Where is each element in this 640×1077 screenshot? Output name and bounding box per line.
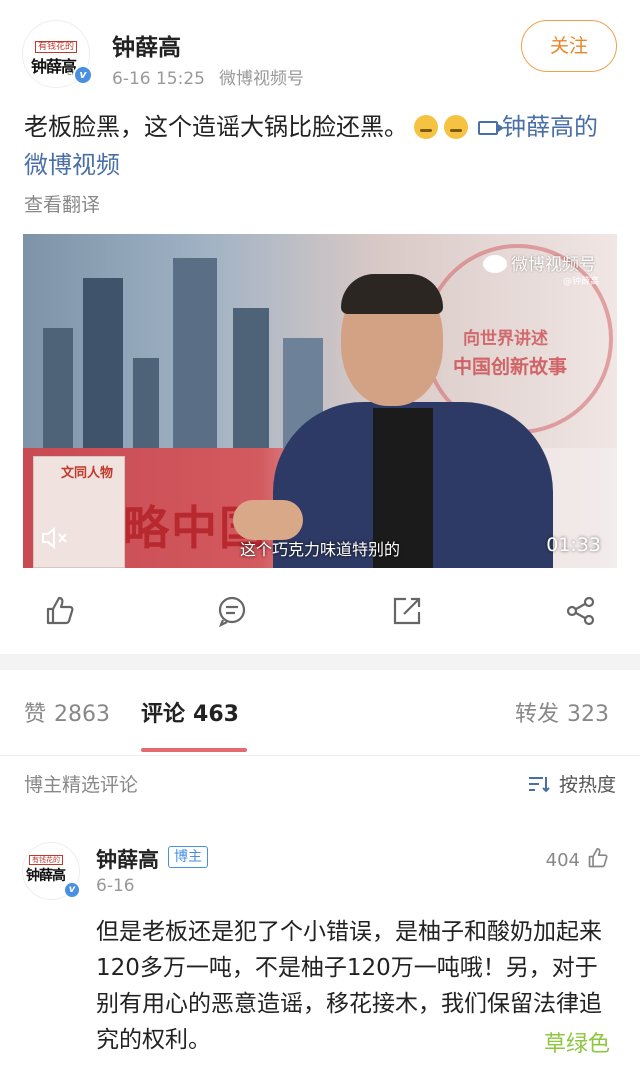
share-icon[interactable] bbox=[564, 594, 598, 628]
image-watermark: 草绿色 bbox=[543, 1032, 610, 1057]
comment-like-count: 404 bbox=[545, 850, 580, 871]
video-subtitle: 这个巧克力味道特别的 bbox=[239, 540, 400, 559]
speaker bbox=[233, 274, 553, 568]
poster-title: 文同人物 bbox=[61, 466, 114, 481]
weibo-video-watermark: 微博视频号 bbox=[483, 250, 596, 275]
comment-item: 有钱花的 钟薛高 v 钟薛高 博主 6-16 404 但是老板还是犯了个小错误，… bbox=[0, 830, 640, 1077]
weibo-watermark-sub: @钟薛高 bbox=[563, 277, 600, 287]
like-icon bbox=[588, 847, 608, 868]
avatar-logo-text: 钟薛高 bbox=[26, 868, 66, 884]
comment-like-button[interactable]: 404 bbox=[546, 846, 610, 871]
post-meta: 6-16 15:25 微博视频号 bbox=[112, 64, 304, 89]
tab-likes[interactable]: 赞 2863 bbox=[24, 696, 110, 728]
commenter-name[interactable]: 钟薛高 bbox=[96, 844, 159, 874]
avatar-tag: 有钱花的 bbox=[35, 41, 78, 53]
author-name[interactable]: 钟薛高 bbox=[112, 28, 181, 62]
video-camera-icon bbox=[478, 121, 504, 135]
sort-icon bbox=[527, 774, 551, 794]
author-badge: 博主 bbox=[168, 846, 208, 868]
translate-link[interactable]: 查看翻译 bbox=[24, 190, 100, 217]
repost-icon[interactable] bbox=[390, 594, 424, 628]
verified-badge-icon: v bbox=[73, 65, 93, 85]
post-header: 有钱花的 钟薛高 Chica v 钟薛高 6-16 15:25 微博视频号 关注 bbox=[0, 0, 640, 100]
active-tab-indicator bbox=[141, 748, 247, 752]
author-avatar[interactable]: 有钱花的 钟薛高 Chica v bbox=[22, 20, 93, 88]
post-text: 老板脸黑，这个造谣大锅比脸还黑。 钟薛高的微博视频 bbox=[24, 108, 618, 184]
smile-emoji-icon bbox=[444, 115, 468, 139]
curated-comments-label: 博主精选评论 bbox=[24, 774, 139, 796]
post-source: 微博视频号 bbox=[218, 69, 304, 89]
tab-reposts[interactable]: 转发 323 bbox=[515, 696, 609, 728]
hand bbox=[233, 500, 303, 540]
post-actions bbox=[0, 580, 640, 644]
comment-icon[interactable] bbox=[215, 594, 249, 628]
comment-text: 但是老板还是犯了个小错误，是柚子和酸奶加起来120多万一吨，不是柚子120万一吨… bbox=[96, 919, 602, 1053]
like-icon[interactable] bbox=[43, 594, 77, 628]
post-body: 老板脸黑，这个造谣大锅比脸还黑。 bbox=[24, 113, 408, 141]
video-player[interactable]: 向世界讲述 中国创新故事 略中国论 文同人物 微博视频号 @钟薛高 这个巧克力味… bbox=[23, 234, 617, 568]
follow-button[interactable]: 关注 bbox=[521, 20, 617, 72]
section-separator bbox=[0, 654, 640, 670]
avatar-tag: 有钱花的 bbox=[29, 855, 63, 865]
mute-icon[interactable] bbox=[41, 526, 69, 550]
post-date: 6-16 15:25 bbox=[112, 69, 205, 89]
video-duration: 01:33 bbox=[546, 534, 601, 556]
smile-emoji-icon bbox=[414, 115, 438, 139]
comment-date: 6-16 bbox=[96, 876, 135, 896]
hair bbox=[341, 274, 443, 314]
interaction-tabs: 赞 2863 评论 463 转发 323 bbox=[0, 670, 640, 756]
background-building bbox=[173, 258, 217, 478]
commenter-avatar[interactable]: 有钱花的 钟薛高 v bbox=[22, 842, 81, 900]
sort-by-hot-button[interactable]: 按热度 bbox=[527, 770, 616, 797]
tab-comments[interactable]: 评论 463 bbox=[141, 696, 239, 728]
verified-badge-icon: v bbox=[63, 881, 81, 899]
weibo-logo-icon bbox=[483, 255, 507, 273]
